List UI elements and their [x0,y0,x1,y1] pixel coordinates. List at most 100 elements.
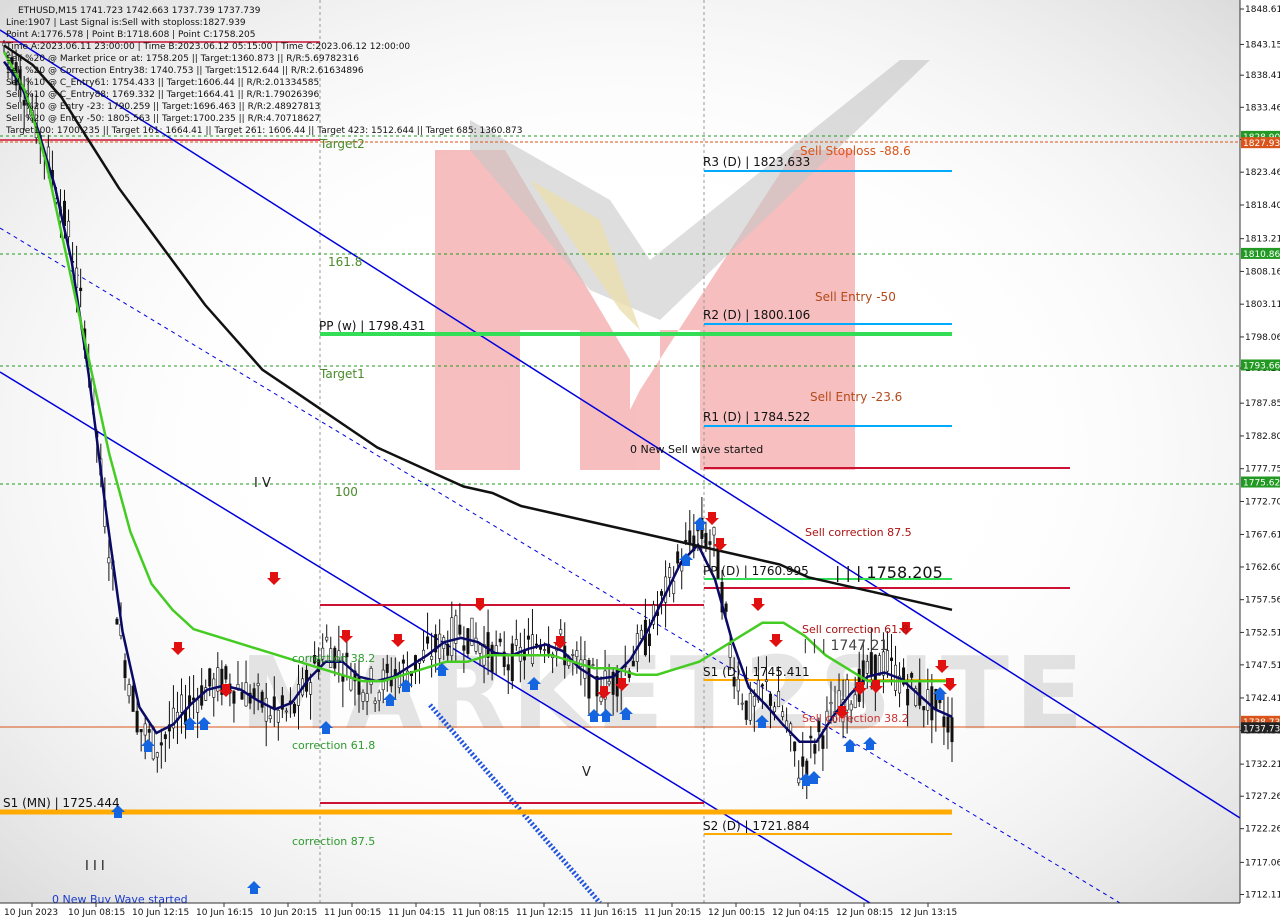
candle-body [79,287,83,291]
candle-body [752,696,756,707]
candle-body [365,693,369,702]
candle-body [260,691,264,708]
candle-body [196,699,200,713]
candle-body [361,692,365,702]
info-line: Sell %10 @ C_Entry88: 1769.332 || Target… [6,90,319,100]
price-tick-label: 1782.80 [1245,432,1280,442]
candle-body [490,644,494,673]
time-tick-label: 12 Jun 00:15 [708,908,765,918]
candle-body [474,637,478,652]
time-tick-label: 12 Jun 04:15 [772,908,829,918]
candle-body [801,756,805,767]
candle-body [458,624,462,635]
time-tick-label: 11 Jun 20:15 [644,908,701,918]
time-tick-label: 11 Jun 16:15 [580,908,637,918]
correction-618-label: correction 61.8 [292,739,375,752]
price-tick-label: 1767.61 [1245,530,1280,540]
candle-body [760,684,764,687]
chart-window: MARKET2SITE R3 (D) | 1823.633 R2 (D) | 1… [0,0,1280,920]
candle-body [462,645,466,651]
chart-canvas[interactable]: MARKET2SITE R3 (D) | 1823.633 R2 (D) | 1… [0,0,1280,920]
candle-body [534,643,538,646]
candle-body [942,716,946,727]
candle-body [660,591,664,596]
candle-body [123,660,127,679]
price-tick-label: 1787.85 [1245,399,1280,409]
time-tick-label: 11 Jun 04:15 [388,908,445,918]
candle-body [208,668,212,687]
wave-iii-label: I I I [85,859,105,874]
candle-body [575,650,579,658]
candle-body [821,735,825,749]
candle-body [777,691,781,707]
candle-body [946,716,950,733]
candle-body [676,551,680,564]
candle-body [688,530,692,545]
s1-mn-label: S1 (MN) | 1725.444 [3,796,120,810]
price-tick-label: 1722.26 [1245,825,1280,835]
price-tick-label: 1772.70 [1245,497,1280,507]
info-line: Target100: 1700.235 || Target 161: 1664.… [5,126,522,136]
candle-body [744,700,748,720]
candle-body [147,729,151,733]
candle-body [256,683,260,687]
fib-1618-label: 161.8 [328,255,362,269]
price-badge-label: 1775.62 [1243,479,1280,489]
candle-body [486,632,490,658]
price-tick-label: 1848.61 [1245,5,1280,15]
candle-body [498,638,502,643]
price-tick-label: 1757.56 [1245,596,1280,606]
candle-body [67,220,71,238]
candle-body [309,682,313,695]
sell-stoploss-label: Sell Stoploss -88.6 [800,144,911,158]
candle-body [704,532,708,548]
symbol-line: ETHUSD,M15 1741.723 1742.663 1737.739 17… [18,6,261,16]
price-tick-label: 1747.51 [1245,661,1280,671]
candle-body [805,760,809,776]
candle-body [684,539,688,542]
candle-body [950,717,954,743]
price-tick-label: 1777.75 [1245,465,1280,475]
price-tick-label: 1798.06 [1245,333,1280,343]
candle-body [926,689,930,711]
price-tick-label: 1742.41 [1245,694,1280,704]
pp-d-label: PP (D) | 1760.995 [703,564,809,578]
price-tick-label: 1752.51 [1245,628,1280,638]
sell-entry-50-label: Sell Entry -50 [815,290,896,304]
candle-body [668,567,672,578]
candle-body [377,691,381,701]
candle-body [426,636,430,644]
candle-body [506,664,510,671]
sell-correction-618-label: Sell correction 61.8 [802,623,909,636]
price-tick-label: 1823.46 [1245,168,1280,178]
candle-body [829,702,833,705]
candle-body [793,741,797,752]
info-line: Line:1907 | Last Signal is:Sell with sto… [6,18,246,28]
time-tick-label: 10 Jun 08:15 [68,908,125,918]
candle-body [809,735,813,739]
candle-body [865,661,869,674]
time-tick-label: 10 Jun 16:15 [196,908,253,918]
candle-body [401,659,405,664]
info-line: Time A:2023.06.11 23:00:00 | Time B:2023… [5,42,410,52]
r1-label: R1 (D) | 1784.522 [703,410,810,424]
candle-body [478,644,482,654]
candle-body [845,679,849,711]
price-tick-label: 1803.11 [1245,300,1280,310]
sell-correction-382-label: Sell correction 38.2 [802,712,909,725]
candle-body [639,629,643,639]
s2-d-label: S2 (D) | 1721.884 [703,819,810,833]
candle-body [591,664,595,667]
new-sell-wave-label: 0 New Sell wave started [630,443,763,456]
price-tick-label: 1727.26 [1245,792,1280,802]
candle-body [264,697,268,722]
time-tick-label: 12 Jun 08:15 [836,908,893,918]
price-tick-label: 1712.11 [1245,891,1280,901]
price-tick-label: 1813.21 [1245,235,1280,245]
candle-body [773,706,777,713]
candle-body [781,711,785,717]
correction-382-label: correction 38.2 [292,652,375,665]
price-tick-label: 1717.06 [1245,858,1280,868]
candle-body [607,681,611,685]
candle-body [672,580,676,594]
